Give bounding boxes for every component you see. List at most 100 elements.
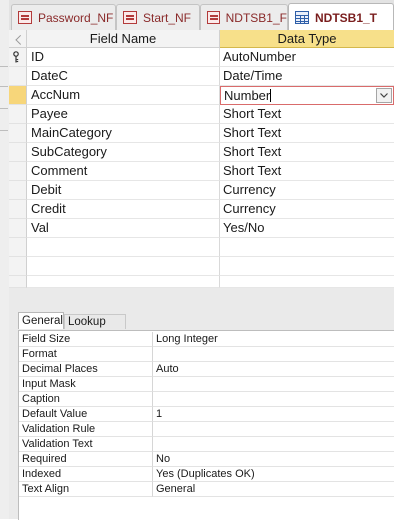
property-label: Validation Text	[19, 437, 153, 452]
property-row[interactable]: Text Align General	[19, 482, 394, 497]
field-name-cell[interactable]	[27, 257, 220, 276]
data-type-cell[interactable]	[220, 276, 394, 288]
property-row[interactable]: Field Size Long Integer	[19, 332, 394, 347]
property-row[interactable]: Validation Text	[19, 437, 394, 452]
row-selector[interactable]	[9, 105, 27, 124]
field-row[interactable]: ID AutoNumber	[9, 48, 394, 67]
property-row[interactable]: Default Value 1	[19, 407, 394, 422]
property-value[interactable]: Yes (Duplicates OK)	[153, 467, 394, 482]
property-label: Default Value	[19, 407, 153, 422]
data-type-cell[interactable]: Short Text	[220, 143, 394, 162]
property-row[interactable]: Validation Rule	[19, 422, 394, 437]
data-type-value: Number	[224, 88, 271, 103]
data-type-header[interactable]: Data Type	[220, 30, 394, 48]
property-value[interactable]: No	[153, 452, 394, 467]
select-all-corner[interactable]	[9, 30, 27, 48]
data-type-cell[interactable]: Short Text	[220, 105, 394, 124]
field-name-cell[interactable]: SubCategory	[27, 143, 220, 162]
property-value[interactable]: 1	[153, 407, 394, 422]
field-name-cell[interactable]	[27, 238, 220, 257]
field-row[interactable]: SubCategory Short Text	[9, 143, 394, 162]
field-row[interactable]: Credit Currency	[9, 200, 394, 219]
property-label: Field Size	[19, 332, 153, 347]
tab-lookup[interactable]: Lookup	[64, 314, 126, 329]
data-type-cell[interactable]: Currency	[220, 181, 394, 200]
field-row-current[interactable]: AccNum Number	[9, 86, 394, 105]
chevron-down-icon	[380, 93, 388, 98]
field-name-cell[interactable]: MainCategory	[27, 124, 220, 143]
row-selector[interactable]	[9, 67, 27, 86]
property-label: Format	[19, 347, 153, 362]
field-name-cell[interactable]: Credit	[27, 200, 220, 219]
property-row[interactable]: Required No	[19, 452, 394, 467]
field-row[interactable]: Val Yes/No	[9, 219, 394, 238]
property-row[interactable]: Indexed Yes (Duplicates OK)	[19, 467, 394, 482]
field-name-cell[interactable]: Payee	[27, 105, 220, 124]
property-value[interactable]	[153, 347, 394, 362]
field-properties-sheet: Field Size Long Integer Format Decimal P…	[18, 330, 394, 520]
property-value[interactable]: General	[153, 482, 394, 497]
row-selector[interactable]	[9, 86, 27, 105]
row-selector[interactable]	[9, 276, 27, 288]
property-label: Validation Rule	[19, 422, 153, 437]
field-row[interactable]: Debit Currency	[9, 181, 394, 200]
tab-label: NDTSB1_F	[225, 10, 287, 25]
tab-ndtsb1-t[interactable]: NDTSB1_T	[288, 3, 394, 31]
field-name-cell[interactable]: DateC	[27, 67, 220, 86]
row-selector[interactable]	[9, 48, 27, 67]
tab-ndtsb1-f[interactable]: NDTSB1_F	[200, 4, 288, 30]
table-design-grid: Field Name Data Type ID AutoNumber DateC…	[9, 30, 394, 288]
tab-password-nf[interactable]: Password_NF	[11, 4, 116, 30]
field-name-cell[interactable]: Comment	[27, 162, 220, 181]
empty-row[interactable]	[9, 276, 394, 288]
property-row[interactable]: Caption	[19, 392, 394, 407]
nav-pane-divider	[0, 130, 8, 131]
field-row[interactable]: Payee Short Text	[9, 105, 394, 124]
data-type-cell[interactable]: Date/Time	[220, 67, 394, 86]
row-selector[interactable]	[9, 162, 27, 181]
data-type-cell[interactable]: Short Text	[220, 124, 394, 143]
property-value[interactable]	[153, 437, 394, 452]
data-type-cell[interactable]	[220, 257, 394, 276]
data-type-combobox[interactable]: Number	[220, 86, 394, 105]
property-value[interactable]	[153, 377, 394, 392]
tab-general[interactable]: General	[18, 312, 64, 329]
property-value[interactable]: Auto	[153, 362, 394, 377]
row-selector[interactable]	[9, 219, 27, 238]
row-selector[interactable]	[9, 238, 27, 257]
row-selector[interactable]	[9, 200, 27, 219]
property-value[interactable]: Long Integer	[153, 332, 394, 347]
empty-row[interactable]	[9, 238, 394, 257]
row-selector[interactable]	[9, 257, 27, 276]
empty-row[interactable]	[9, 257, 394, 276]
nav-pane-divider	[0, 66, 8, 67]
property-row[interactable]: Input Mask	[19, 377, 394, 392]
field-name-cell[interactable]: AccNum	[27, 86, 220, 105]
row-selector[interactable]	[9, 124, 27, 143]
property-value[interactable]	[153, 392, 394, 407]
field-name-cell[interactable]: ID	[27, 48, 220, 67]
data-type-cell[interactable]: Yes/No	[220, 219, 394, 238]
row-selector[interactable]	[9, 181, 27, 200]
data-type-cell[interactable]: Currency	[220, 200, 394, 219]
data-type-cell[interactable]: Short Text	[220, 162, 394, 181]
field-name-cell[interactable]: Val	[27, 219, 220, 238]
row-selector[interactable]	[9, 143, 27, 162]
property-row[interactable]: Format	[19, 347, 394, 362]
data-type-cell[interactable]: AutoNumber	[220, 48, 394, 67]
field-name-cell[interactable]	[27, 276, 220, 288]
field-row[interactable]: Comment Short Text	[9, 162, 394, 181]
nav-pane-divider	[0, 86, 8, 87]
property-value[interactable]	[153, 422, 394, 437]
property-label: Indexed	[19, 467, 153, 482]
property-label: Decimal Places	[19, 362, 153, 377]
field-row[interactable]: DateC Date/Time	[9, 67, 394, 86]
property-row[interactable]: Decimal Places Auto	[19, 362, 394, 377]
table-icon	[295, 11, 309, 24]
data-type-cell[interactable]	[220, 238, 394, 257]
field-name-header[interactable]: Field Name	[27, 30, 220, 48]
field-row[interactable]: MainCategory Short Text	[9, 124, 394, 143]
field-name-cell[interactable]: Debit	[27, 181, 220, 200]
dropdown-button[interactable]	[376, 88, 392, 103]
tab-start-nf[interactable]: Start_NF	[116, 4, 200, 30]
